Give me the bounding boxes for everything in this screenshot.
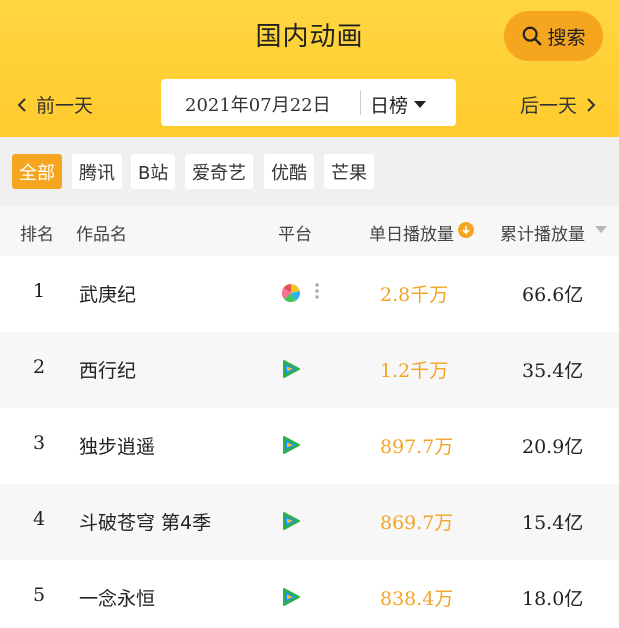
daily-views-cell: 2.8千万: [380, 284, 449, 306]
tencent-video-icon: [283, 588, 300, 606]
title-cell[interactable]: 一念永恒: [79, 584, 155, 611]
date-selector: 2021年07月22日 日榜: [161, 79, 456, 126]
next-day-button[interactable]: 后一天: [520, 91, 599, 118]
table-header: 排名 作品名 平台 单日播放量 累计播放量: [0, 206, 619, 256]
rank-cell: 3: [32, 432, 46, 454]
header-bar: 国内动画 搜索 前一天 2021年07月22日 日榜 后一天: [0, 0, 619, 137]
col-total-views-label: 累计播放量: [500, 225, 585, 245]
col-daily-views[interactable]: 单日播放量: [369, 220, 474, 245]
next-day-label: 后一天: [519, 95, 577, 117]
platform-filter-bar: 全部 腾讯 B站 爱奇艺 优酷 芒果: [0, 137, 619, 206]
total-views-cell: 35.4亿: [522, 360, 584, 382]
rank-cell: 1: [32, 280, 46, 302]
filter-all[interactable]: 全部: [12, 154, 62, 189]
total-views-cell: 20.9亿: [522, 436, 584, 458]
col-rank: 排名: [20, 225, 54, 245]
title-cell[interactable]: 斗破苍穹 第4季: [79, 508, 211, 535]
filter-bilibili[interactable]: B站: [131, 154, 176, 189]
range-dropdown[interactable]: 日榜: [370, 91, 427, 118]
prev-day-button[interactable]: 前一天: [14, 91, 93, 118]
daily-views-cell: 1.2千万: [380, 360, 449, 382]
col-name: 作品名: [76, 225, 127, 245]
total-views-cell: 66.6亿: [522, 284, 584, 306]
title-cell[interactable]: 独步逍遥: [79, 432, 155, 459]
multi-platform-icon: [281, 283, 301, 303]
table-row[interactable]: 4 斗破苍穹 第4季 869.7万 15.4亿: [0, 484, 619, 560]
caret-down-icon: [414, 101, 427, 108]
sort-desc-icon: [458, 221, 474, 238]
tencent-video-icon: [283, 436, 300, 454]
daily-views-cell: 897.7万: [380, 436, 454, 458]
more-platforms-icon[interactable]: [314, 282, 320, 302]
daily-views-cell: 838.4万: [380, 588, 454, 610]
rank-cell: 5: [32, 584, 46, 606]
total-views-cell: 18.0亿: [522, 588, 584, 610]
divider: [360, 90, 361, 115]
rank-cell: 4: [32, 508, 46, 530]
table-row[interactable]: 3 独步逍遥 897.7万 20.9亿: [0, 408, 619, 484]
search-button[interactable]: 搜索: [504, 11, 603, 61]
chevron-right-icon: [587, 97, 596, 112]
rank-cell: 2: [32, 356, 46, 378]
table-row[interactable]: 5 一念永恒 838.4万 18.0亿: [0, 560, 619, 628]
tencent-video-icon: [283, 512, 300, 530]
search-label: 搜索: [547, 26, 586, 49]
range-label: 日榜: [370, 95, 409, 117]
title-cell[interactable]: 西行纪: [79, 356, 136, 383]
prev-day-label: 前一天: [36, 95, 94, 117]
sort-caret-icon: [595, 226, 607, 233]
col-total-views[interactable]: 累计播放量: [500, 220, 607, 245]
date-picker[interactable]: 2021年07月22日: [185, 91, 331, 117]
filter-youku[interactable]: 优酷: [264, 154, 314, 189]
total-views-cell: 15.4亿: [522, 512, 584, 534]
filter-mango[interactable]: 芒果: [324, 154, 374, 189]
search-icon: [523, 26, 542, 46]
filter-iqiyi[interactable]: 爱奇艺: [185, 154, 253, 189]
tencent-video-icon: [283, 360, 300, 378]
chevron-left-icon: [17, 97, 26, 112]
col-daily-views-label: 单日播放量: [369, 225, 454, 245]
filter-tencent[interactable]: 腾讯: [72, 154, 122, 189]
table-row[interactable]: 2 西行纪 1.2千万 35.4亿: [0, 332, 619, 408]
daily-views-cell: 869.7万: [380, 512, 454, 534]
col-platform: 平台: [278, 225, 312, 245]
title-cell[interactable]: 武庚纪: [79, 280, 136, 307]
table-row[interactable]: 1 武庚纪 2.8千万 66.6亿: [0, 256, 619, 332]
